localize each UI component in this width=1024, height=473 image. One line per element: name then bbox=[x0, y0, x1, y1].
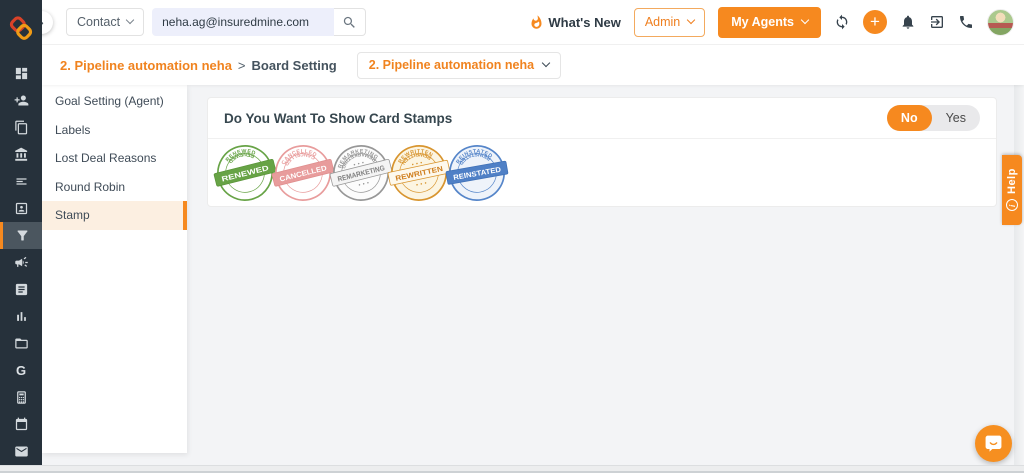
folder-icon[interactable] bbox=[0, 330, 42, 357]
board-selector-label: 2. Pipeline automation neha bbox=[368, 58, 535, 72]
refresh-icon[interactable] bbox=[834, 14, 850, 30]
show-stamps-toggle: No Yes bbox=[886, 105, 980, 131]
admin-dropdown[interactable]: Admin bbox=[633, 7, 706, 37]
chevron-down-icon bbox=[800, 15, 810, 25]
contact-card-icon[interactable] bbox=[0, 195, 42, 222]
bank-icon[interactable] bbox=[0, 141, 42, 168]
calculator-icon[interactable] bbox=[0, 384, 42, 411]
dashboard-icon[interactable] bbox=[0, 60, 42, 87]
whats-new-label: What's New bbox=[548, 14, 621, 30]
google-icon[interactable]: G bbox=[0, 357, 42, 384]
notifications-bell-icon[interactable] bbox=[900, 14, 916, 30]
global-search-input[interactable] bbox=[152, 8, 335, 36]
search-button[interactable] bbox=[334, 8, 367, 36]
search-category-select[interactable]: Contact bbox=[66, 8, 145, 36]
global-search-group: Contact bbox=[66, 8, 367, 36]
whats-new-link[interactable]: What's New bbox=[529, 14, 621, 30]
card-title: Do You Want To Show Card Stamps bbox=[224, 110, 453, 126]
toggle-no-button[interactable]: No bbox=[886, 105, 932, 131]
mail-icon[interactable] bbox=[0, 438, 42, 465]
settings-menu-item-round-robin[interactable]: Round Robin bbox=[42, 173, 187, 202]
contacts-icon[interactable] bbox=[0, 87, 42, 114]
user-avatar[interactable] bbox=[987, 8, 1014, 36]
settings-menu-item-stamp[interactable]: Stamp bbox=[42, 201, 187, 230]
notebook-icon[interactable] bbox=[0, 276, 42, 303]
my-agents-label: My Agents bbox=[731, 15, 794, 29]
stamps-row: RENEWED RENEWED RENEWED CANCELLED CANCELLED C… bbox=[208, 139, 996, 202]
add-new-button[interactable]: + bbox=[863, 10, 887, 34]
phone-icon[interactable] bbox=[958, 14, 974, 30]
chevron-down-icon bbox=[125, 15, 135, 25]
chevron-down-icon bbox=[687, 15, 696, 25]
stamp-reinstated: REINSTATED REINSTATED REINSTATED bbox=[445, 144, 509, 202]
search-category-label: Contact bbox=[77, 15, 121, 29]
breadcrumb-separator: > bbox=[237, 57, 246, 73]
logout-icon[interactable] bbox=[929, 14, 945, 30]
chat-launcher-button[interactable] bbox=[975, 425, 1012, 462]
list-icon[interactable] bbox=[0, 168, 42, 195]
card-stamps-card: Do You Want To Show Card Stamps No Yes R… bbox=[207, 97, 997, 207]
copy-icon[interactable] bbox=[0, 114, 42, 141]
stamp-rewritten: REWRITTEN REWRITTEN REWRITTEN bbox=[387, 144, 451, 202]
campaign-icon[interactable] bbox=[0, 249, 42, 276]
horizontal-scrollbar[interactable] bbox=[0, 465, 1024, 473]
chevron-down-icon bbox=[541, 58, 551, 68]
settings-menu-item-goal-setting-agent[interactable]: Goal Setting (Agent) bbox=[42, 87, 187, 116]
stamp-renewed: RENEWED RENEWED RENEWED bbox=[213, 144, 277, 202]
vertical-scrollbar[interactable] bbox=[1014, 45, 1024, 465]
card-header: Do You Want To Show Card Stamps No Yes bbox=[208, 98, 996, 139]
settings-menu-item-lost-deal-reasons[interactable]: Lost Deal Reasons bbox=[42, 144, 187, 173]
my-agents-dropdown[interactable]: My Agents bbox=[718, 6, 821, 38]
topbar: › Contact What's New Admin My Agents + bbox=[30, 0, 1024, 45]
stamp-remarketing: REMARKETING REMARKETING REMARKETING bbox=[329, 144, 393, 202]
breadcrumb-board-link[interactable]: 2. Pipeline automation neha bbox=[60, 58, 232, 73]
board-selector-dropdown[interactable]: 2. Pipeline automation neha bbox=[356, 51, 562, 79]
sidebar-icon-nav: G bbox=[0, 50, 42, 465]
info-icon: i bbox=[1006, 199, 1018, 212]
chat-bubble-icon bbox=[985, 435, 1002, 452]
topbar-actions: What's New Admin My Agents + bbox=[529, 6, 1024, 38]
settings-menu-item-labels[interactable]: Labels bbox=[42, 116, 187, 145]
analytics-icon[interactable] bbox=[0, 303, 42, 330]
breadcrumb: 2. Pipeline automation neha > Board Sett… bbox=[42, 45, 1024, 85]
help-button[interactable]: i Help bbox=[1002, 155, 1022, 225]
pipeline-funnel-icon[interactable] bbox=[0, 222, 42, 249]
app-root: G › Contact What's New Admin bbox=[0, 0, 1024, 473]
calendar-icon[interactable] bbox=[0, 411, 42, 438]
search-icon bbox=[343, 16, 355, 28]
insuredmine-logo[interactable] bbox=[0, 0, 42, 50]
main-content: Do You Want To Show Card Stamps No Yes R… bbox=[187, 85, 1024, 465]
toggle-yes-button[interactable]: Yes bbox=[932, 105, 980, 131]
stamp-cancelled: CANCELLED CANCELLED CANCELLED bbox=[271, 144, 335, 202]
board-settings-menu: Goal Setting (Agent) Labels Lost Deal Reas… bbox=[42, 85, 187, 453]
flame-icon bbox=[531, 14, 542, 29]
breadcrumb-page-label: Board Setting bbox=[251, 57, 337, 73]
main-sidebar: G bbox=[0, 0, 42, 465]
help-label: Help bbox=[1006, 168, 1018, 195]
admin-label: Admin bbox=[644, 15, 681, 29]
